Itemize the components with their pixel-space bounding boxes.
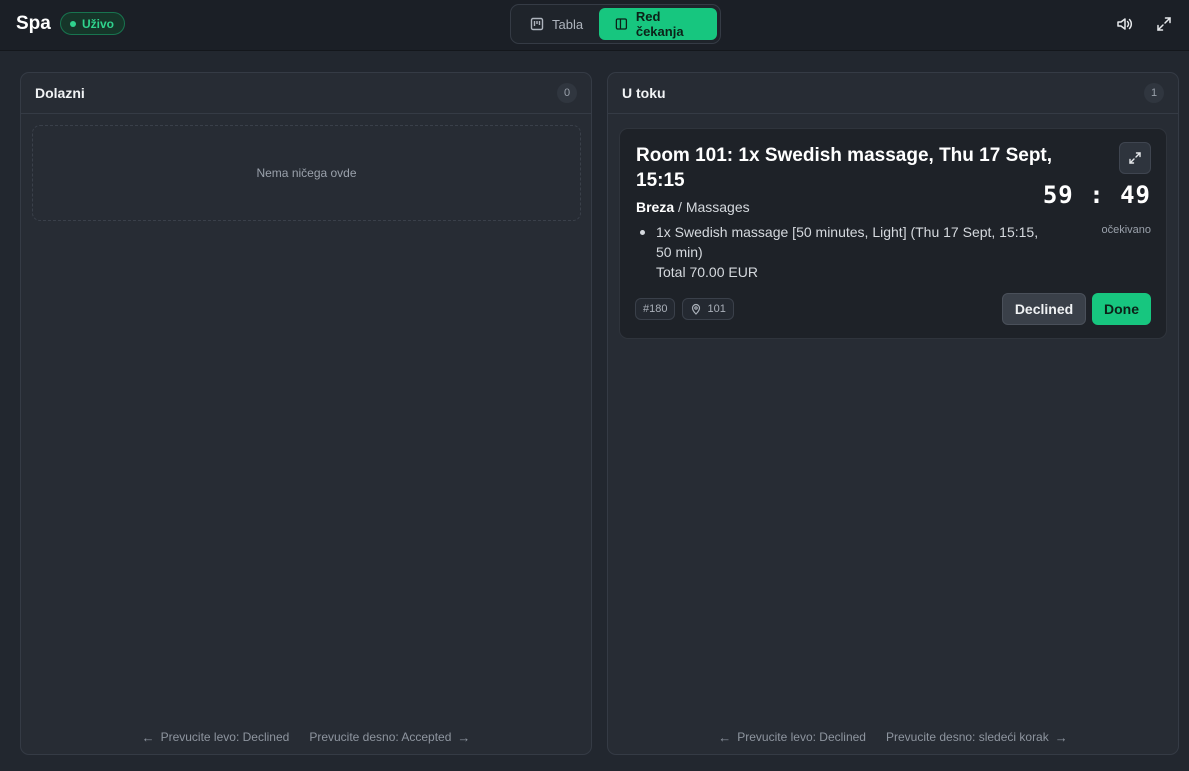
live-badge-label: Uživo <box>82 16 115 31</box>
column-count-badge: 0 <box>557 83 577 103</box>
arrow-left-icon: ← <box>718 729 732 745</box>
column-footer: ← Prevucite levo: Declined Prevucite des… <box>608 728 1178 746</box>
expand-card-button[interactable] <box>1119 142 1151 174</box>
incoming-column: Dolazni 0 Nema ničega ovde ← Prevucite l… <box>20 72 592 755</box>
live-dot-icon <box>70 20 76 27</box>
order-chips: #180 101 <box>635 298 734 320</box>
item-description: 1x Swedish massage [50 minutes, Light] (… <box>656 224 1039 260</box>
queue-view-button[interactable]: Red čekanja <box>599 8 717 40</box>
app-title: Spa <box>16 13 51 34</box>
meta-separator: / <box>674 199 686 215</box>
location-pin-icon <box>692 303 701 315</box>
done-button[interactable]: Done <box>1092 293 1151 325</box>
order-meta: Breza / Massages <box>636 199 750 215</box>
board-view-label: Tabla <box>552 16 584 32</box>
empty-state-text: Nema ničega ovde <box>256 166 357 180</box>
column-header: Dolazni 0 <box>21 73 591 114</box>
columns-icon <box>615 18 628 30</box>
fullscreen-icon[interactable] <box>1155 15 1173 33</box>
kanban-board-icon <box>530 17 544 31</box>
speaker-icon[interactable] <box>1115 15 1133 33</box>
swipe-right-label: Prevucite desno: sledeći korak <box>885 730 1049 744</box>
top-bar: Spa Uživo Tabla Red čekanja <box>0 0 1189 51</box>
swipe-right-hint: Prevucite desno: sledeći korak → <box>886 730 1068 745</box>
declined-button[interactable]: Declined <box>1002 293 1086 325</box>
column-title: Dolazni <box>35 85 85 101</box>
arrow-left-icon: ← <box>141 729 155 745</box>
view-toggle: Tabla Red čekanja <box>510 4 721 44</box>
swipe-left-hint: ← Prevucite levo: Declined <box>142 730 290 745</box>
empty-state: Nema ničega ovde <box>32 125 581 221</box>
column-header: U toku 1 <box>608 73 1178 114</box>
countdown-timer: 59 : 49 <box>1042 181 1151 209</box>
order-id: #180 <box>643 303 668 315</box>
arrow-right-icon: → <box>457 729 471 745</box>
swipe-right-hint: Prevucite desno: Accepted → <box>309 730 470 745</box>
order-id-chip: #180 <box>635 298 676 320</box>
in-progress-column: U toku 1 Room 101: 1x Swedish massage, T… <box>607 72 1179 755</box>
location-name: Breza <box>636 199 675 215</box>
swipe-left-hint: ← Prevucite levo: Declined <box>718 730 866 745</box>
item-total: Total 70.00 EUR <box>656 264 758 280</box>
column-title: U toku <box>622 85 666 101</box>
column-footer: ← Prevucite levo: Declined Prevucite des… <box>21 728 591 746</box>
order-title: Room 101: 1x Swedish massage, Thu 17 Sep… <box>636 145 1053 191</box>
order-items: 1x Swedish massage [50 minutes, Light] (… <box>636 222 1056 282</box>
swipe-left-label: Prevucite levo: Declined <box>160 730 290 744</box>
live-status-badge: Uživo <box>60 12 126 35</box>
queue-view-label: Red čekanja <box>635 9 684 39</box>
room-chip: 101 <box>682 298 734 320</box>
board-view-button[interactable]: Tabla <box>514 8 595 40</box>
expand-icon <box>1129 152 1141 164</box>
swipe-left-label: Prevucite levo: Declined <box>737 730 866 744</box>
room-number: 101 <box>707 303 726 315</box>
order-card[interactable]: Room 101: 1x Swedish massage, Thu 17 Sep… <box>619 128 1167 339</box>
list-item: 1x Swedish massage [50 minutes, Light] (… <box>636 222 1056 282</box>
arrow-right-icon: → <box>1054 729 1068 745</box>
timer-label: očekivano <box>1101 224 1151 236</box>
column-count-badge: 1 <box>1144 83 1164 103</box>
swipe-right-label: Prevucite desno: Accepted <box>309 730 452 744</box>
category-name: Massages <box>685 199 750 215</box>
